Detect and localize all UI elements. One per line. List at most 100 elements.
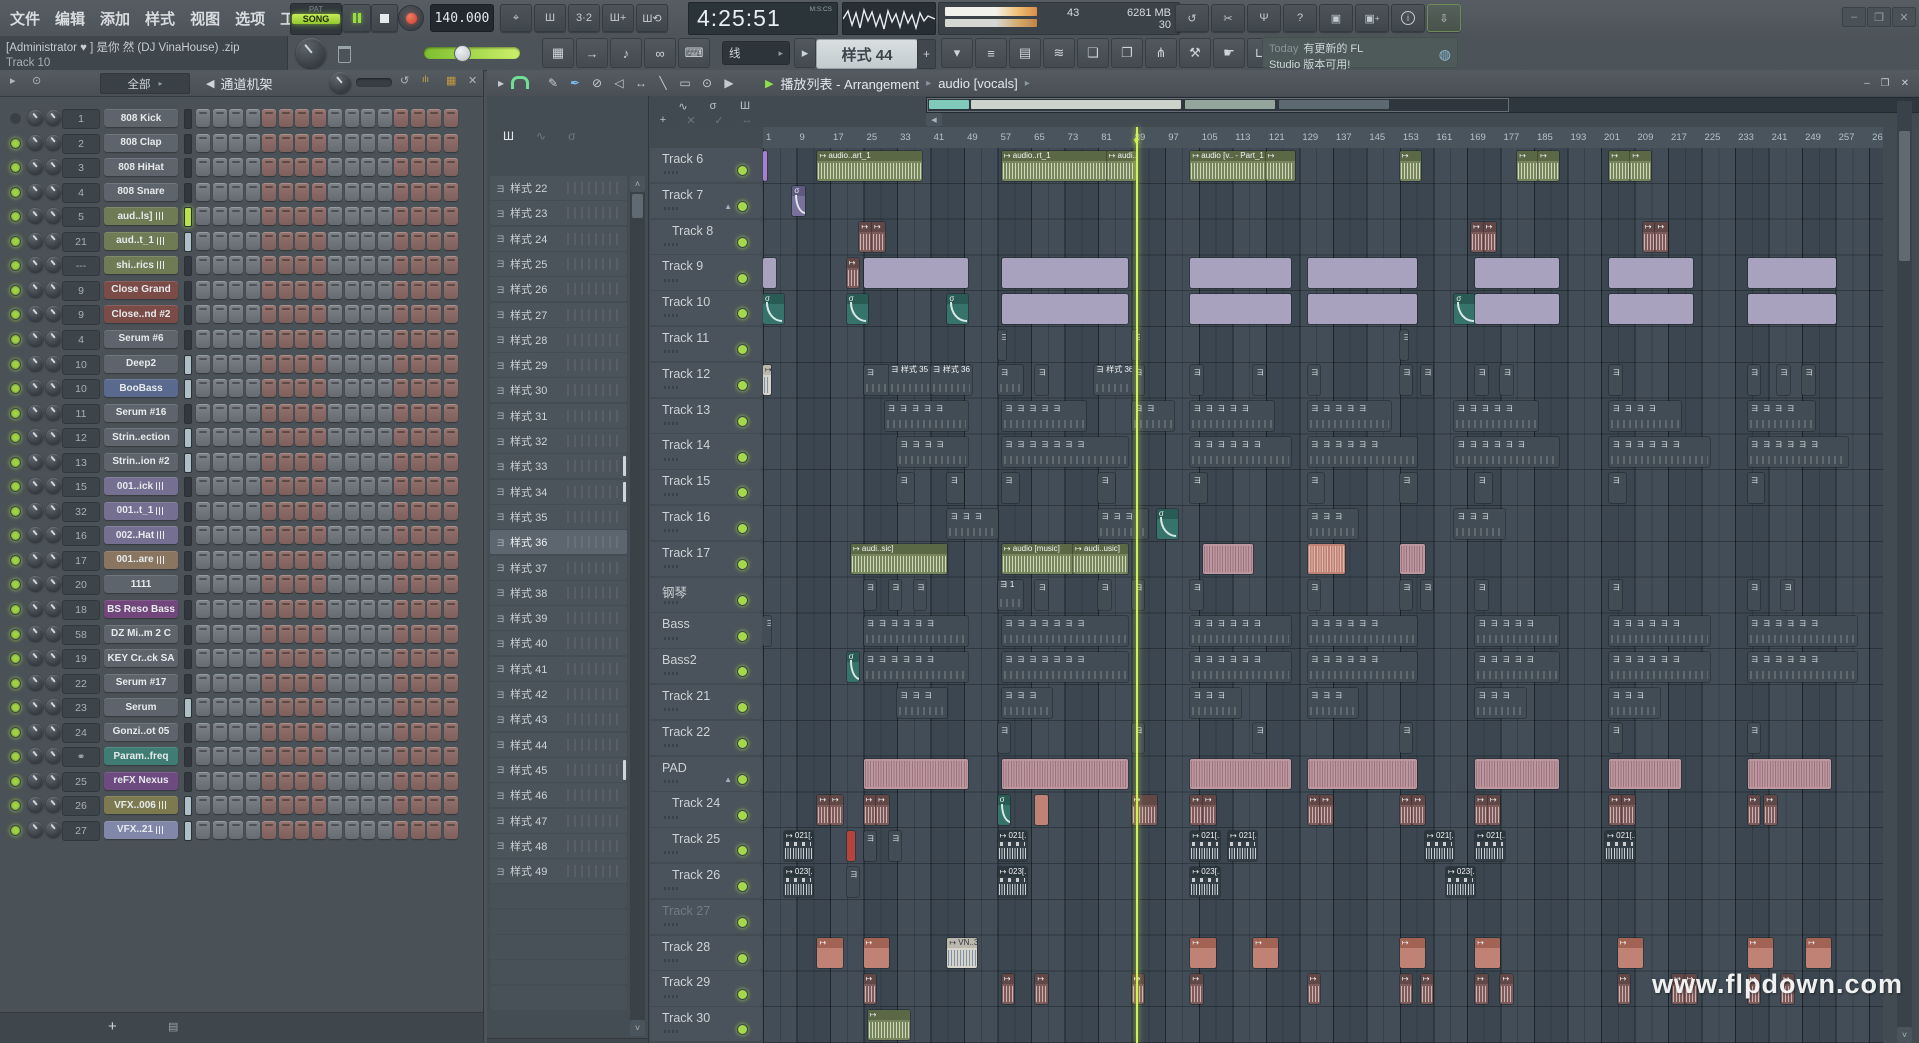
step-cell[interactable] [246,379,260,397]
step-cell[interactable] [279,232,293,250]
step-cell[interactable] [246,355,260,373]
step-cell[interactable] [328,502,342,520]
step-cell[interactable] [262,158,276,176]
channel-button[interactable]: BooBass [104,379,178,397]
step-cell[interactable] [229,355,243,373]
channel-number[interactable]: 19 [62,649,100,669]
rack-swing-icon[interactable]: ⊙ [32,74,41,87]
step-cell[interactable] [378,355,392,373]
step-cell[interactable] [262,723,276,741]
pattern-row[interactable]: ヨ样式 32 [490,429,627,453]
step-cell[interactable] [378,134,392,152]
channel-number[interactable]: 11 [62,404,100,424]
step-cell[interactable] [444,379,458,397]
step-cell[interactable] [378,305,392,323]
channel-volume-knob[interactable] [46,282,61,297]
step-cell[interactable] [295,747,309,765]
channel-led[interactable] [10,162,21,173]
clip[interactable] [864,759,969,789]
track-drag-handle[interactable] [664,887,680,890]
clip[interactable] [1002,759,1128,789]
pat-label[interactable]: PAT [292,5,340,14]
channel-volume-knob[interactable] [46,331,61,346]
channel-volume-knob[interactable] [46,478,61,493]
step-cell[interactable] [213,600,227,618]
clip[interactable]: ↦ [1412,795,1425,825]
step-cell[interactable] [262,600,276,618]
channel-volume-knob[interactable] [46,356,61,371]
clip[interactable]: ↦ [847,258,860,288]
step-cell[interactable] [229,158,243,176]
tools-menu-button[interactable]: ⚒ [1179,38,1211,68]
step-cell[interactable] [229,256,243,274]
step-cell[interactable] [444,355,458,373]
step-cell[interactable] [444,625,458,643]
channel-button[interactable]: 808 Snare [104,183,178,201]
graph-editor-icon[interactable]: ılı [422,74,429,84]
step-cell[interactable] [295,453,309,471]
step-cell[interactable] [427,674,441,692]
playlist-grid[interactable]: ↦ audio..art_1↦ audio..rt_1↦ audi..rt_1↦… [763,148,1883,1043]
step-cell[interactable] [328,355,342,373]
step-cell[interactable] [229,772,243,790]
pattern-add-button[interactable]: + [917,39,936,69]
channel-button[interactable]: 002..Hat [104,526,178,544]
track-drag-handle[interactable] [664,959,680,962]
step-cell[interactable] [262,453,276,471]
clip[interactable]: ↦ VN..38 [947,938,976,968]
step-cell[interactable] [378,575,392,593]
step-cell[interactable] [444,575,458,593]
clip[interactable]: ヨ [998,365,1023,395]
channel-volume-knob[interactable] [46,675,61,690]
clip[interactable]: ↦ [1035,974,1048,1004]
step-cell[interactable] [246,649,260,667]
clip[interactable]: ↦ 021[..hiser [998,831,1027,861]
step-cell[interactable] [328,183,342,201]
step-cell[interactable] [444,207,458,225]
track-drag-handle[interactable] [664,851,680,854]
clip[interactable]: ヨ [1190,365,1203,395]
pattern-row[interactable]: ヨ样式 29 [490,353,627,377]
clip[interactable] [1400,544,1425,574]
step-cell[interactable] [427,526,441,544]
clip[interactable]: ヨ [1132,580,1145,610]
step-cell[interactable] [213,796,227,814]
channel-volume-knob[interactable] [46,773,61,788]
step-cell[interactable] [427,796,441,814]
channel-number[interactable]: 2 [62,134,100,154]
step-cell[interactable] [213,232,227,250]
step-cell[interactable] [295,551,309,569]
step-cell[interactable] [229,502,243,520]
clip[interactable]: ヨヨヨヨヨ [1475,652,1559,682]
step-cell[interactable] [295,502,309,520]
step-cell[interactable] [229,109,243,127]
step-cell[interactable] [312,747,326,765]
clip[interactable] [1308,258,1417,288]
track-header[interactable]: Track 16 [650,506,762,540]
clip[interactable]: ↦ [817,795,830,825]
channel-volume-knob[interactable] [46,184,61,199]
step-cell[interactable] [394,747,408,765]
clip[interactable]: ヨ [1609,365,1622,395]
step-cell[interactable] [378,330,392,348]
clip[interactable]: ヨ [1609,473,1626,503]
clip[interactable]: ↦ 021[..hiser [1475,831,1504,861]
step-cell[interactable] [411,526,425,544]
step-cell[interactable] [196,256,210,274]
step-cell[interactable] [345,575,359,593]
clip[interactable]: ヨ [897,473,914,503]
clip[interactable]: ↦ [1806,938,1831,968]
clip[interactable]: ↦ 023[..hiser [1190,867,1219,897]
step-cell[interactable] [246,281,260,299]
add-channel-button[interactable]: + [108,1018,117,1035]
track-drag-handle[interactable] [664,637,680,640]
step-cell[interactable] [427,330,441,348]
step-cell[interactable] [262,281,276,299]
step-cell[interactable] [229,723,243,741]
track-drag-handle[interactable] [664,672,680,675]
step-cell[interactable] [444,256,458,274]
clip[interactable]: ヨ [1308,580,1321,610]
clip[interactable]: ヨヨヨヨヨ [1190,401,1274,431]
grid-icon[interactable]: ▤ [168,1020,178,1033]
step-cell[interactable] [295,526,309,544]
